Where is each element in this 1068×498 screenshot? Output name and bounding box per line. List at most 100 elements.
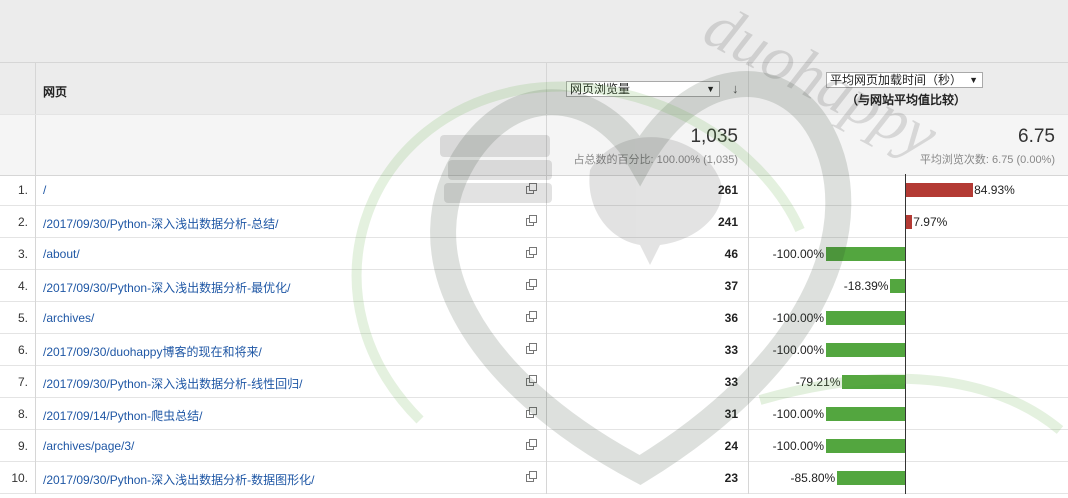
column-divider <box>748 430 749 462</box>
column-divider <box>35 462 36 494</box>
column-divider <box>546 302 547 334</box>
page-link[interactable]: /archives/page/3/ <box>43 439 134 453</box>
open-external-icon[interactable] <box>526 311 537 322</box>
bar-axis <box>905 270 906 302</box>
compare-percent: -100.00% <box>772 407 824 421</box>
header-page-label: 网页 <box>43 85 68 99</box>
column-divider <box>748 302 749 334</box>
open-external-icon[interactable] <box>526 343 537 354</box>
column-divider <box>546 270 547 302</box>
negative-bar <box>826 247 905 261</box>
top-band <box>0 0 1068 62</box>
page-link[interactable]: /2017/09/30/Python-深入浅出数据分析-数据图形化/ <box>43 471 314 488</box>
column-divider <box>546 430 547 462</box>
row-number: 7. <box>17 375 28 389</box>
column-divider <box>546 174 547 206</box>
column-divider <box>35 302 36 334</box>
negative-bar <box>826 311 905 325</box>
column-divider <box>546 206 547 238</box>
negative-bar <box>890 279 905 293</box>
pageviews-value: 261 <box>717 183 738 197</box>
pageviews-value: 24 <box>724 439 738 453</box>
column-divider <box>748 174 749 206</box>
totals-row: 1,035 占总数的百分比: 100.00% (1,035) 6.75 平均浏览… <box>0 114 1068 176</box>
total-avg-load-time: 6.75 <box>1018 126 1055 147</box>
positive-bar <box>906 215 913 229</box>
column-divider <box>35 334 36 366</box>
page-link[interactable]: /2017/09/14/Python-爬虫总结/ <box>43 407 202 424</box>
page-link[interactable]: /2017/09/30/Python-深入浅出数据分析-最优化/ <box>43 279 290 296</box>
open-external-icon[interactable] <box>526 183 537 194</box>
column-divider <box>35 206 36 238</box>
total-avg-load-sub: 平均浏览次数: 6.75 (0.00%) <box>919 154 1055 166</box>
compare-percent: -79.21% <box>795 375 841 389</box>
positive-bar <box>906 183 974 197</box>
compare-percent: -100.00% <box>772 439 824 453</box>
column-divider <box>546 462 547 494</box>
row-number: 6. <box>17 343 28 357</box>
column-divider <box>35 238 36 270</box>
sort-desc-icon[interactable]: ↓ <box>732 81 739 96</box>
open-external-icon[interactable] <box>526 247 537 258</box>
table-row: 3. /about/46 -100.00% <box>0 238 1068 270</box>
column-divider <box>748 115 749 175</box>
column-divider <box>35 270 36 302</box>
total-pageviews: 1,035 <box>690 126 738 147</box>
column-divider <box>35 430 36 462</box>
pageviews-value: 241 <box>717 215 738 229</box>
bar-axis <box>905 302 906 334</box>
compare-percent: -100.00% <box>772 247 824 261</box>
row-number: 4. <box>17 279 28 293</box>
table-row: 2. /2017/09/30/Python-深入浅出数据分析-总结/241 7.97… <box>0 206 1068 238</box>
compare-percent: -18.39% <box>843 279 889 293</box>
page-link[interactable]: /2017/09/30/Python-深入浅出数据分析-总结/ <box>43 215 278 232</box>
table-row: 6. /2017/09/30/duohappy博客的现在和将来/33 -100.00… <box>0 334 1068 366</box>
open-external-icon[interactable] <box>526 279 537 290</box>
column-divider <box>748 238 749 270</box>
row-number: 8. <box>17 407 28 421</box>
bar-axis <box>905 398 906 430</box>
page-link[interactable]: /2017/09/30/duohappy博客的现在和将来/ <box>43 343 262 360</box>
table-row: 4. /2017/09/30/Python-深入浅出数据分析-最优化/37 -18.… <box>0 270 1068 302</box>
column-divider <box>546 334 547 366</box>
page-link[interactable]: /2017/09/30/Python-深入浅出数据分析-线性回归/ <box>43 375 302 392</box>
total-pageviews-pct: 占总数的百分比: 100.00% (1,035) <box>573 154 738 166</box>
bar-axis <box>905 430 906 462</box>
column-divider <box>748 270 749 302</box>
metric-select[interactable]: 网页浏览量 ▼ <box>566 81 720 97</box>
negative-bar <box>826 343 905 357</box>
bar-axis <box>905 334 906 366</box>
page-link[interactable]: /archives/ <box>43 311 94 325</box>
row-number: 2. <box>17 215 28 229</box>
column-divider <box>748 462 749 494</box>
compare-percent: 84.93% <box>974 183 1015 197</box>
open-external-icon[interactable] <box>526 375 537 386</box>
compare-select[interactable]: 平均网页加载时间（秒） ▼ <box>826 72 983 88</box>
header-compare-cell: 平均网页加载时间（秒） ▼ （与网站平均值比较） <box>748 63 1068 115</box>
pageviews-value: 36 <box>724 311 738 325</box>
column-divider <box>35 174 36 206</box>
column-divider <box>35 115 36 175</box>
table-row: 8. /2017/09/14/Python-爬虫总结/31 -100.00% <box>0 398 1068 430</box>
column-divider <box>748 334 749 366</box>
column-divider <box>546 398 547 430</box>
bar-axis <box>905 462 906 494</box>
header-page-cell: 网页 <box>35 63 546 115</box>
page-link[interactable]: /about/ <box>43 247 80 261</box>
compare-percent: -100.00% <box>772 311 824 325</box>
row-number: 3. <box>17 247 28 261</box>
pageviews-value: 37 <box>724 279 738 293</box>
column-divider <box>748 366 749 398</box>
compare-subheader: （与网站平均值比较） <box>846 93 967 107</box>
open-external-icon[interactable] <box>526 215 537 226</box>
open-external-icon[interactable] <box>526 439 537 450</box>
column-divider <box>748 206 749 238</box>
compare-select-value: 平均网页加载时间（秒） <box>830 73 963 87</box>
open-external-icon[interactable] <box>526 471 537 482</box>
table-row: 7. /2017/09/30/Python-深入浅出数据分析-线性回归/33 -79… <box>0 366 1068 398</box>
row-number: 5. <box>17 311 28 325</box>
pageviews-value: 46 <box>724 247 738 261</box>
column-divider <box>35 366 36 398</box>
open-external-icon[interactable] <box>526 407 537 418</box>
page-link[interactable]: / <box>43 183 46 197</box>
